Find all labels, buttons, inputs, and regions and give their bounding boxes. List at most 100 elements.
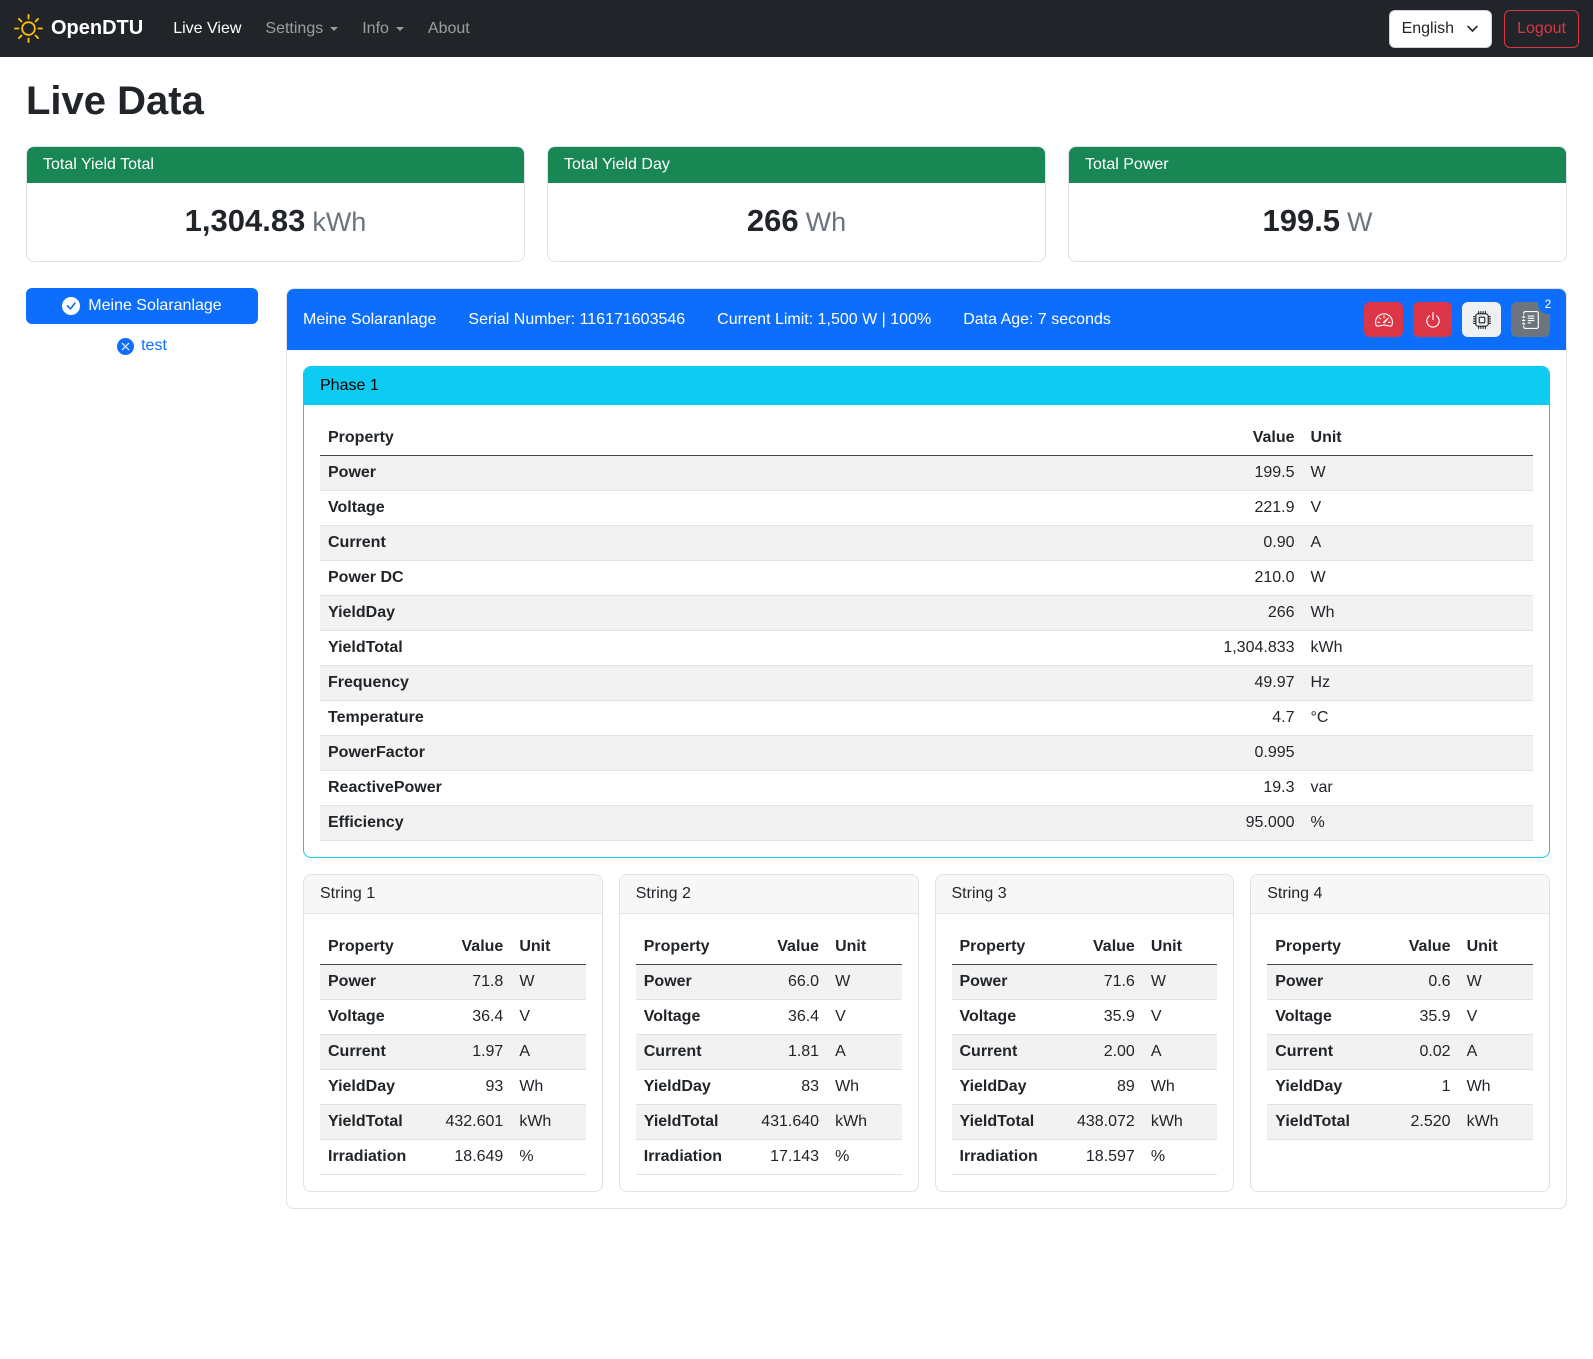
string-card-title: String 2 [620, 875, 918, 914]
property-cell: YieldDay [636, 1070, 742, 1105]
string-table: Property Value Unit Power66.0WVoltage36.… [636, 930, 902, 1175]
unit-cell: °C [1303, 701, 1533, 736]
table-row: YieldDay89Wh [952, 1070, 1218, 1105]
property-cell: Voltage [1267, 1000, 1373, 1035]
inverter-actions: 2 [1364, 302, 1550, 337]
card-total-yield-total: Total Yield Total 1,304.83kWh [26, 146, 525, 262]
table-row: Efficiency95.000% [320, 806, 1533, 841]
table-row: YieldTotal438.072kWh [952, 1105, 1218, 1140]
column-value: Value [1058, 930, 1143, 965]
column-unit: Unit [1459, 930, 1533, 965]
unit-cell: Wh [511, 1070, 585, 1105]
nav-about[interactable]: About [420, 12, 478, 46]
cpu-icon [1473, 311, 1491, 329]
phase-table: Property Value Unit Power199.5WVoltage22… [320, 421, 1533, 841]
unit-cell: A [1143, 1035, 1217, 1070]
table-row: Power71.6W [952, 965, 1218, 1000]
inverter-card: Meine Solaranlage Serial Number: 1161716… [286, 288, 1567, 1209]
property-cell: ReactivePower [320, 771, 999, 806]
value-cell: 36.4 [742, 1000, 827, 1035]
table-row: YieldTotal1,304.833kWh [320, 631, 1533, 666]
nav-settings[interactable]: Settings [257, 12, 346, 46]
eventlog-button[interactable]: 2 [1511, 302, 1550, 337]
card-unit: kWh [312, 207, 366, 237]
property-cell: Voltage [320, 491, 999, 526]
property-cell: Irradiation [636, 1140, 742, 1175]
value-cell: 89 [1058, 1070, 1143, 1105]
property-cell: YieldTotal [952, 1105, 1058, 1140]
unit-cell: % [1143, 1140, 1217, 1175]
inverter-sidebar: Meine Solaranlage test [26, 288, 258, 355]
card-title: Total Yield Day [548, 147, 1045, 183]
value-cell: 0.90 [999, 526, 1302, 561]
table-row: YieldDay1Wh [1267, 1070, 1533, 1105]
power-icon [1424, 311, 1442, 329]
value-cell: 1.97 [426, 1035, 511, 1070]
inverter-info-button[interactable] [1462, 302, 1501, 337]
value-cell: 2.00 [1058, 1035, 1143, 1070]
property-cell: Current [320, 1035, 426, 1070]
table-row: Power0.6W [1267, 965, 1533, 1000]
property-cell: YieldTotal [320, 1105, 426, 1140]
journal-text-icon [1522, 311, 1540, 329]
string-table-body: Power0.6WVoltage35.9VCurrent0.02AYieldDa… [1267, 965, 1533, 1140]
unit-cell: V [1303, 491, 1533, 526]
unit-cell: % [1303, 806, 1533, 841]
speedometer-icon [1375, 311, 1393, 329]
string-table-body: Power66.0WVoltage36.4VCurrent1.81AYieldD… [636, 965, 902, 1175]
power-toggle-button[interactable] [1413, 302, 1452, 337]
string-card-1: String 1 Property Value Unit [303, 874, 603, 1192]
property-cell: Irradiation [952, 1140, 1058, 1175]
property-cell: Frequency [320, 666, 999, 701]
summary-cards-row: Total Yield Total 1,304.83kWh Total Yiel… [26, 146, 1567, 262]
logout-button[interactable]: Logout [1504, 10, 1579, 48]
unit-cell: Wh [827, 1070, 901, 1105]
table-row: YieldDay83Wh [636, 1070, 902, 1105]
property-cell: Current [636, 1035, 742, 1070]
sidebar-item-test[interactable]: test [26, 337, 258, 355]
language-select[interactable]: English [1389, 10, 1492, 48]
unit-cell: kWh [1143, 1105, 1217, 1140]
value-cell: 35.9 [1374, 1000, 1459, 1035]
table-row: Voltage221.9V [320, 491, 1533, 526]
brand[interactable]: OpenDTU [14, 14, 143, 43]
nav-info-label: Info [362, 20, 389, 38]
table-row: Power71.8W [320, 965, 586, 1000]
string-table-body: Power71.6WVoltage35.9VCurrent2.00AYieldD… [952, 965, 1218, 1175]
property-cell: Voltage [636, 1000, 742, 1035]
nav-info[interactable]: Info [354, 12, 412, 46]
card-total-yield-day: Total Yield Day 266Wh [547, 146, 1046, 262]
unit-cell: W [1303, 561, 1533, 596]
caret-down-icon [396, 27, 404, 31]
table-row: Current0.90A [320, 526, 1533, 561]
table-row: YieldTotal432.601kWh [320, 1105, 586, 1140]
value-cell: 0.995 [999, 736, 1302, 771]
unit-cell: A [1459, 1035, 1533, 1070]
limit-settings-button[interactable] [1364, 302, 1403, 337]
page-content: Live Data Total Yield Total 1,304.83kWh … [0, 57, 1593, 1239]
unit-cell: var [1303, 771, 1533, 806]
string-table: Property Value Unit Power71.6WVoltage35.… [952, 930, 1218, 1175]
property-cell: Efficiency [320, 806, 999, 841]
sidebar-item-label: Meine Solaranlage [88, 297, 221, 315]
unit-cell: V [827, 1000, 901, 1035]
unit-cell: % [511, 1140, 585, 1175]
value-cell: 93 [426, 1070, 511, 1105]
property-cell: Power [320, 965, 426, 1000]
property-cell: Power [636, 965, 742, 1000]
page-title: Live Data [26, 79, 1567, 124]
table-row: Current1.81A [636, 1035, 902, 1070]
table-row: YieldDay266Wh [320, 596, 1533, 631]
table-row: YieldDay93Wh [320, 1070, 586, 1105]
unit-cell: kWh [827, 1105, 901, 1140]
inverter-serial: Serial Number: 116171603546 [468, 311, 685, 329]
value-cell: 71.8 [426, 965, 511, 1000]
column-value: Value [742, 930, 827, 965]
table-header-row: Property Value Unit [952, 930, 1218, 965]
value-cell: 19.3 [999, 771, 1302, 806]
nav-live-view[interactable]: Live View [165, 12, 249, 46]
column-property: Property [320, 930, 426, 965]
sidebar-item-meine-solaranlage[interactable]: Meine Solaranlage [26, 288, 258, 324]
inverter-name: Meine Solaranlage [303, 311, 436, 329]
table-row: Voltage36.4V [636, 1000, 902, 1035]
